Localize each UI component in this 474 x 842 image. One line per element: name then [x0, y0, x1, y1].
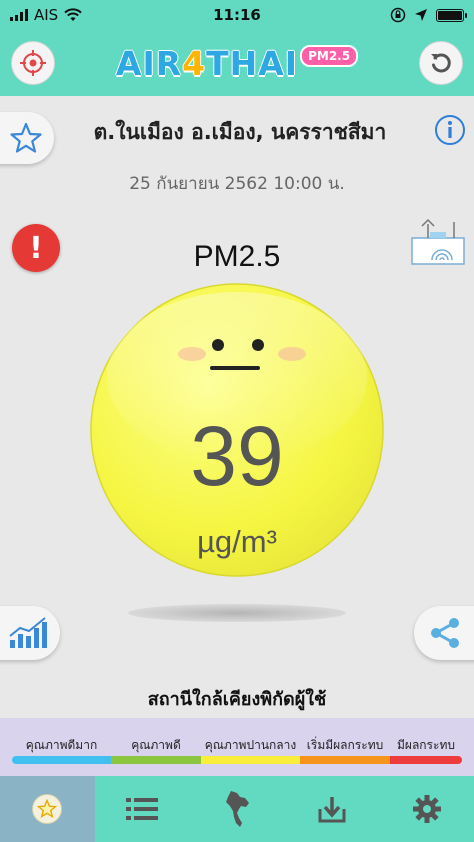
favorite-button[interactable] — [0, 112, 54, 164]
pm25-unit: µg/m³ — [197, 524, 277, 559]
settings-gear-icon — [412, 795, 441, 823]
right-cheek — [278, 347, 306, 361]
legend-label: เริ่มมีผลกระทบ — [306, 738, 384, 752]
pollutant-label: PM2.5 — [193, 240, 281, 273]
share-icon — [431, 618, 459, 648]
legend-segment — [201, 756, 300, 764]
location-arrow-icon — [414, 9, 427, 21]
rotation-lock-icon — [390, 7, 406, 23]
app-header: AIR 4 THAI PM2.5 — [0, 30, 474, 96]
nearby-stations-label[interactable]: สถานีใกล้เคียงพิกัดผู้ใช้ — [0, 684, 474, 713]
logo-badge: PM2.5 — [300, 45, 359, 67]
tab-settings[interactable] — [379, 776, 474, 842]
clock: 11:16 — [213, 6, 261, 24]
measurement-datetime: 25 กันยายน 2562 10:00 น. — [129, 174, 345, 194]
left-eye — [212, 339, 224, 351]
legend-label: มีผลกระทบ — [397, 738, 455, 752]
locate-button[interactable] — [11, 41, 55, 85]
favorite-star-icon — [32, 794, 63, 824]
cellular-signal-icon — [10, 9, 28, 21]
carrier-name: AIS — [34, 6, 59, 24]
bar-chart-icon — [9, 617, 47, 648]
tab-map[interactable] — [190, 776, 285, 842]
download-icon — [318, 797, 346, 823]
legend-segment — [111, 756, 201, 764]
history-chart-button[interactable] — [0, 606, 60, 660]
station-name: ต.ในเมือง อ.เมือง, นครราชสีมา — [93, 120, 387, 144]
left-cheek — [178, 347, 206, 361]
tab-download[interactable] — [284, 776, 379, 842]
legend-segment — [12, 756, 111, 764]
bottom-tab-bar — [0, 776, 474, 842]
list-icon — [126, 798, 159, 820]
legend-color-bar — [12, 756, 462, 764]
legend-label: คุณภาพดี — [131, 738, 181, 752]
gauge-shadow — [128, 604, 346, 622]
star-outline-icon — [10, 122, 42, 153]
info-icon — [435, 115, 465, 145]
station-detail: ต.ในเมือง อ.เมือง, นครราชสีมา 25 กันยายน… — [0, 96, 474, 718]
battery-icon — [435, 8, 467, 22]
legend-segment — [390, 756, 462, 764]
share-button[interactable] — [414, 606, 474, 660]
mouth — [210, 366, 260, 370]
thailand-map-icon — [225, 791, 249, 827]
tab-favorites[interactable] — [0, 776, 95, 842]
app-logo: AIR 4 THAI PM2.5 — [116, 44, 359, 83]
legend-label: คุณภาพดีมาก — [25, 738, 98, 752]
pm25-value: 39 — [190, 409, 284, 503]
air-quality-legend: คุณภาพดีมาก คุณภาพดี คุณภาพปานกลาง เริ่มมีผ… — [0, 718, 474, 776]
status-bar: AIS 11:16 — [0, 0, 474, 30]
legend-label: คุณภาพปานกลาง — [204, 738, 297, 752]
right-eye — [252, 339, 264, 351]
crosshair-icon — [20, 50, 46, 76]
refresh-button[interactable] — [419, 41, 463, 85]
wifi-icon — [64, 8, 82, 21]
tab-station-list[interactable] — [95, 776, 190, 842]
info-button[interactable] — [434, 114, 466, 146]
legend-segment — [300, 756, 390, 764]
refresh-icon — [431, 53, 451, 73]
